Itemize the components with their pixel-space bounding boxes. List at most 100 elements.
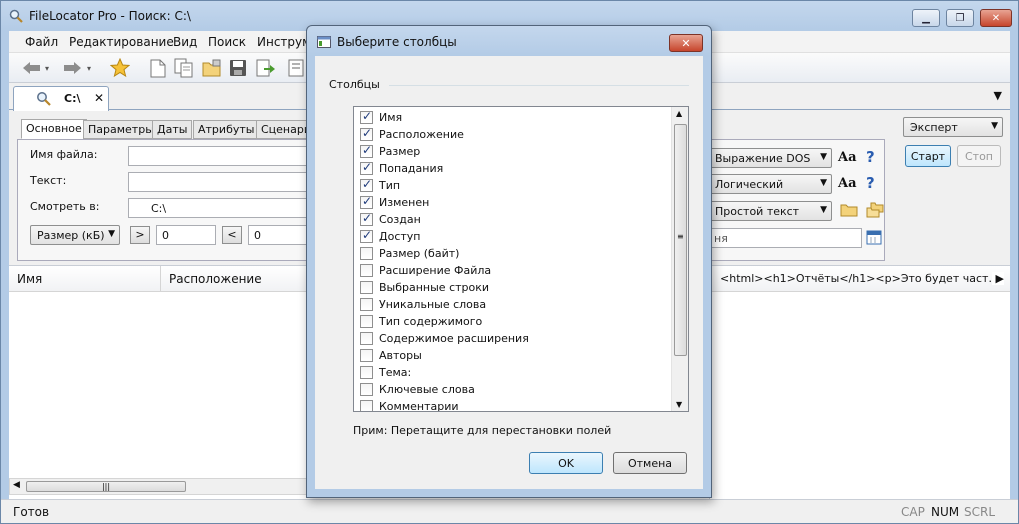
- size-unit-combo[interactable]: Размер (кБ) ▼: [30, 225, 120, 245]
- star-icon[interactable]: [109, 57, 131, 79]
- cancel-button[interactable]: Отмена: [613, 452, 687, 474]
- checkbox[interactable]: [360, 366, 373, 379]
- checkbox[interactable]: [360, 315, 373, 328]
- help-icon[interactable]: ?: [866, 174, 875, 192]
- help-icon[interactable]: ?: [866, 148, 875, 166]
- checkbox[interactable]: [360, 126, 373, 141]
- less-than-button[interactable]: <: [222, 226, 242, 244]
- checkbox[interactable]: [360, 264, 373, 277]
- scroll-left-icon[interactable]: ◀: [13, 480, 20, 490]
- column-option[interactable]: Размер: [360, 143, 420, 160]
- list-icon[interactable]: [285, 57, 307, 79]
- column-option-label: Размер (байт): [379, 247, 460, 260]
- look-in-type-combo[interactable]: Простой текст ▼: [708, 201, 832, 221]
- ok-button[interactable]: OK: [529, 452, 603, 474]
- column-option[interactable]: Расположение: [360, 126, 464, 143]
- scroll-up-icon[interactable]: ▲: [676, 109, 682, 118]
- column-option[interactable]: Тип содержимого: [360, 313, 482, 330]
- mode-combo[interactable]: Эксперт ▼: [903, 117, 1003, 137]
- vertical-scrollbar[interactable]: ▲ ≡ ▼: [671, 107, 688, 411]
- checkbox[interactable]: [360, 332, 373, 345]
- minimize-button[interactable]: ▁: [912, 9, 940, 27]
- greater-than-button[interactable]: >: [130, 226, 150, 244]
- checkbox[interactable]: [360, 143, 373, 158]
- column-option[interactable]: Создан: [360, 211, 421, 228]
- column-option[interactable]: Тема:: [360, 364, 411, 381]
- tab-search-c[interactable]: C:\ ✕: [13, 86, 109, 111]
- scroll-down-icon[interactable]: ▼: [676, 400, 682, 409]
- columns-listbox[interactable]: Имя Расположение Размер Попадания Тип Изменен…: [353, 106, 689, 412]
- text-field[interactable]: [128, 172, 318, 192]
- maximize-button[interactable]: ❐: [946, 9, 974, 27]
- checkbox[interactable]: [360, 109, 373, 124]
- scroll-thumb[interactable]: |||: [26, 481, 186, 492]
- column-header-location[interactable]: Расположение: [161, 266, 311, 292]
- column-option[interactable]: Ключевые слова: [360, 381, 475, 398]
- file-name-field[interactable]: [128, 146, 318, 166]
- calendar-icon[interactable]: [866, 229, 882, 245]
- checkbox[interactable]: [360, 194, 373, 209]
- back-arrow-icon[interactable]: [21, 57, 43, 79]
- folders-icon[interactable]: [866, 202, 884, 218]
- stop-button[interactable]: Стоп: [957, 145, 1001, 167]
- text-syntax-combo[interactable]: Логический ▼: [708, 174, 832, 194]
- case-sensitive-icon[interactable]: Aa: [838, 176, 857, 191]
- close-button[interactable]: ✕: [980, 9, 1012, 27]
- checkbox[interactable]: [360, 228, 373, 243]
- checkbox[interactable]: [360, 349, 373, 362]
- tab-basic[interactable]: Основное: [21, 119, 87, 139]
- dialog-close-button[interactable]: ✕: [669, 34, 703, 52]
- column-option[interactable]: Содержимое расширения: [360, 330, 529, 347]
- menu-tools[interactable]: Инструм: [257, 35, 311, 49]
- scroll-right-icon[interactable]: ▶: [991, 272, 1004, 285]
- column-option[interactable]: Изменен: [360, 194, 429, 211]
- column-option[interactable]: Выбранные строки: [360, 279, 489, 296]
- column-option[interactable]: Авторы: [360, 347, 422, 364]
- look-in-field[interactable]: C:\: [128, 198, 318, 218]
- forward-dropdown-icon[interactable]: ▾: [83, 57, 95, 79]
- size-min-field[interactable]: 0: [156, 225, 216, 245]
- new-document-icon[interactable]: [147, 57, 169, 79]
- back-dropdown-icon[interactable]: ▾: [41, 57, 53, 79]
- column-option[interactable]: Имя: [360, 109, 402, 126]
- column-option[interactable]: Комментарии: [360, 398, 459, 411]
- start-button[interactable]: Старт: [905, 145, 951, 167]
- checkbox[interactable]: [360, 160, 373, 175]
- checkbox[interactable]: [360, 247, 373, 260]
- checkbox[interactable]: [360, 400, 373, 411]
- scroll-lock-indicator: SCRL: [964, 505, 996, 519]
- horizontal-scrollbar[interactable]: ◀ |||: [9, 478, 309, 495]
- column-option[interactable]: Тип: [360, 177, 400, 194]
- folder-icon[interactable]: [840, 202, 858, 217]
- column-option[interactable]: Уникальные слова: [360, 296, 486, 313]
- menu-file[interactable]: Файл: [25, 35, 58, 49]
- checkbox[interactable]: [360, 211, 373, 226]
- tab-dates[interactable]: Даты: [152, 120, 193, 139]
- save-icon[interactable]: [227, 57, 249, 79]
- menu-search[interactable]: Поиск: [208, 35, 246, 49]
- tab-parameters[interactable]: Параметры: [83, 120, 159, 139]
- menu-view[interactable]: Вид: [173, 35, 197, 49]
- file-name-syntax-combo[interactable]: Выражение DOS ▼: [708, 148, 832, 168]
- checkbox[interactable]: [360, 281, 373, 294]
- checkbox[interactable]: [360, 298, 373, 311]
- column-option[interactable]: Доступ: [360, 228, 420, 245]
- checkbox[interactable]: [360, 177, 373, 192]
- menu-edit[interactable]: Редактирование: [69, 35, 174, 49]
- case-sensitive-icon[interactable]: Aa: [838, 150, 857, 165]
- column-option[interactable]: Расширение Файла: [360, 262, 491, 279]
- copy-documents-icon[interactable]: [173, 57, 195, 79]
- date-field[interactable]: ня: [708, 228, 862, 248]
- tab-list-dropdown-icon[interactable]: ▼: [994, 89, 1002, 102]
- scroll-thumb[interactable]: ≡: [674, 124, 687, 356]
- export-icon[interactable]: [255, 57, 277, 79]
- tab-scenarios[interactable]: Сценари: [256, 120, 310, 139]
- column-option[interactable]: Попадания: [360, 160, 443, 177]
- checkbox[interactable]: [360, 383, 373, 396]
- column-header-name[interactable]: Имя: [9, 266, 161, 292]
- forward-arrow-icon[interactable]: [61, 57, 83, 79]
- column-option[interactable]: Размер (байт): [360, 245, 459, 262]
- tab-attributes[interactable]: Атрибуты: [193, 120, 260, 139]
- close-icon[interactable]: ✕: [94, 91, 104, 105]
- open-folder-lock-icon[interactable]: [201, 57, 223, 79]
